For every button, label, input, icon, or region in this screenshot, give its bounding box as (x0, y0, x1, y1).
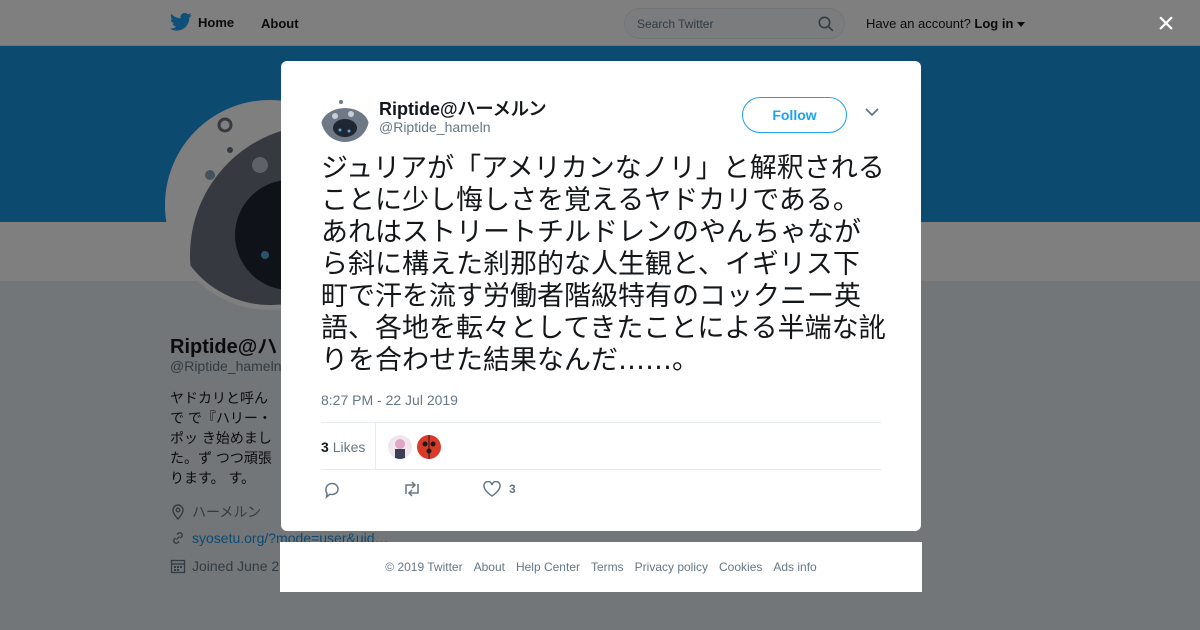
footer-privacy-link[interactable]: Privacy policy (635, 560, 708, 574)
footer-terms-link[interactable]: Terms (591, 560, 624, 574)
tweet-stats: 3 Likes (321, 422, 881, 470)
tweet-author-avatar[interactable] (321, 94, 369, 142)
footer-cookies-link[interactable]: Cookies (719, 560, 762, 574)
tweet-text: ジュリアが「アメリカンなノリ」と解釈されることに少し悔しさを覚えるヤドカリである… (321, 153, 886, 376)
reply-action[interactable] (323, 481, 341, 499)
close-icon[interactable]: × (1152, 9, 1180, 39)
reply-icon (325, 482, 339, 499)
footer-copyright: © 2019 Twitter (385, 560, 463, 574)
footer-ads-link[interactable]: Ads info (773, 560, 816, 574)
follow-button[interactable]: Follow (742, 97, 847, 133)
tweet-author-handle[interactable]: @Riptide_hameln (379, 119, 491, 135)
tweet-author-name[interactable]: Riptide@ハーメルン (379, 95, 546, 121)
likes-label: Likes (332, 439, 366, 455)
liker-avatar[interactable] (417, 435, 441, 459)
chevron-down-icon[interactable] (865, 107, 879, 117)
tweet-modal: Riptide@ハーメルン @Riptide_hameln Follow ジュリ… (281, 61, 921, 531)
heart-icon (483, 481, 501, 497)
tweet-timestamp[interactable]: 8:27 PM - 22 Jul 2019 (321, 392, 458, 408)
modal-footer: © 2019 Twitter About Help Center Terms P… (280, 542, 922, 592)
likes-stat[interactable]: 3 Likes (321, 439, 365, 455)
retweet-icon (405, 481, 419, 497)
liker-avatar[interactable] (388, 435, 412, 459)
like-count: 3 (509, 482, 516, 496)
tweet-actions: 3 (321, 481, 621, 503)
likes-count: 3 (321, 439, 329, 455)
like-action[interactable]: 3 (483, 481, 516, 497)
footer-about-link[interactable]: About (474, 560, 505, 574)
stats-divider (375, 423, 376, 469)
author-avatar-image (321, 94, 369, 142)
retweet-action[interactable] (402, 481, 422, 497)
footer-help-link[interactable]: Help Center (516, 560, 580, 574)
